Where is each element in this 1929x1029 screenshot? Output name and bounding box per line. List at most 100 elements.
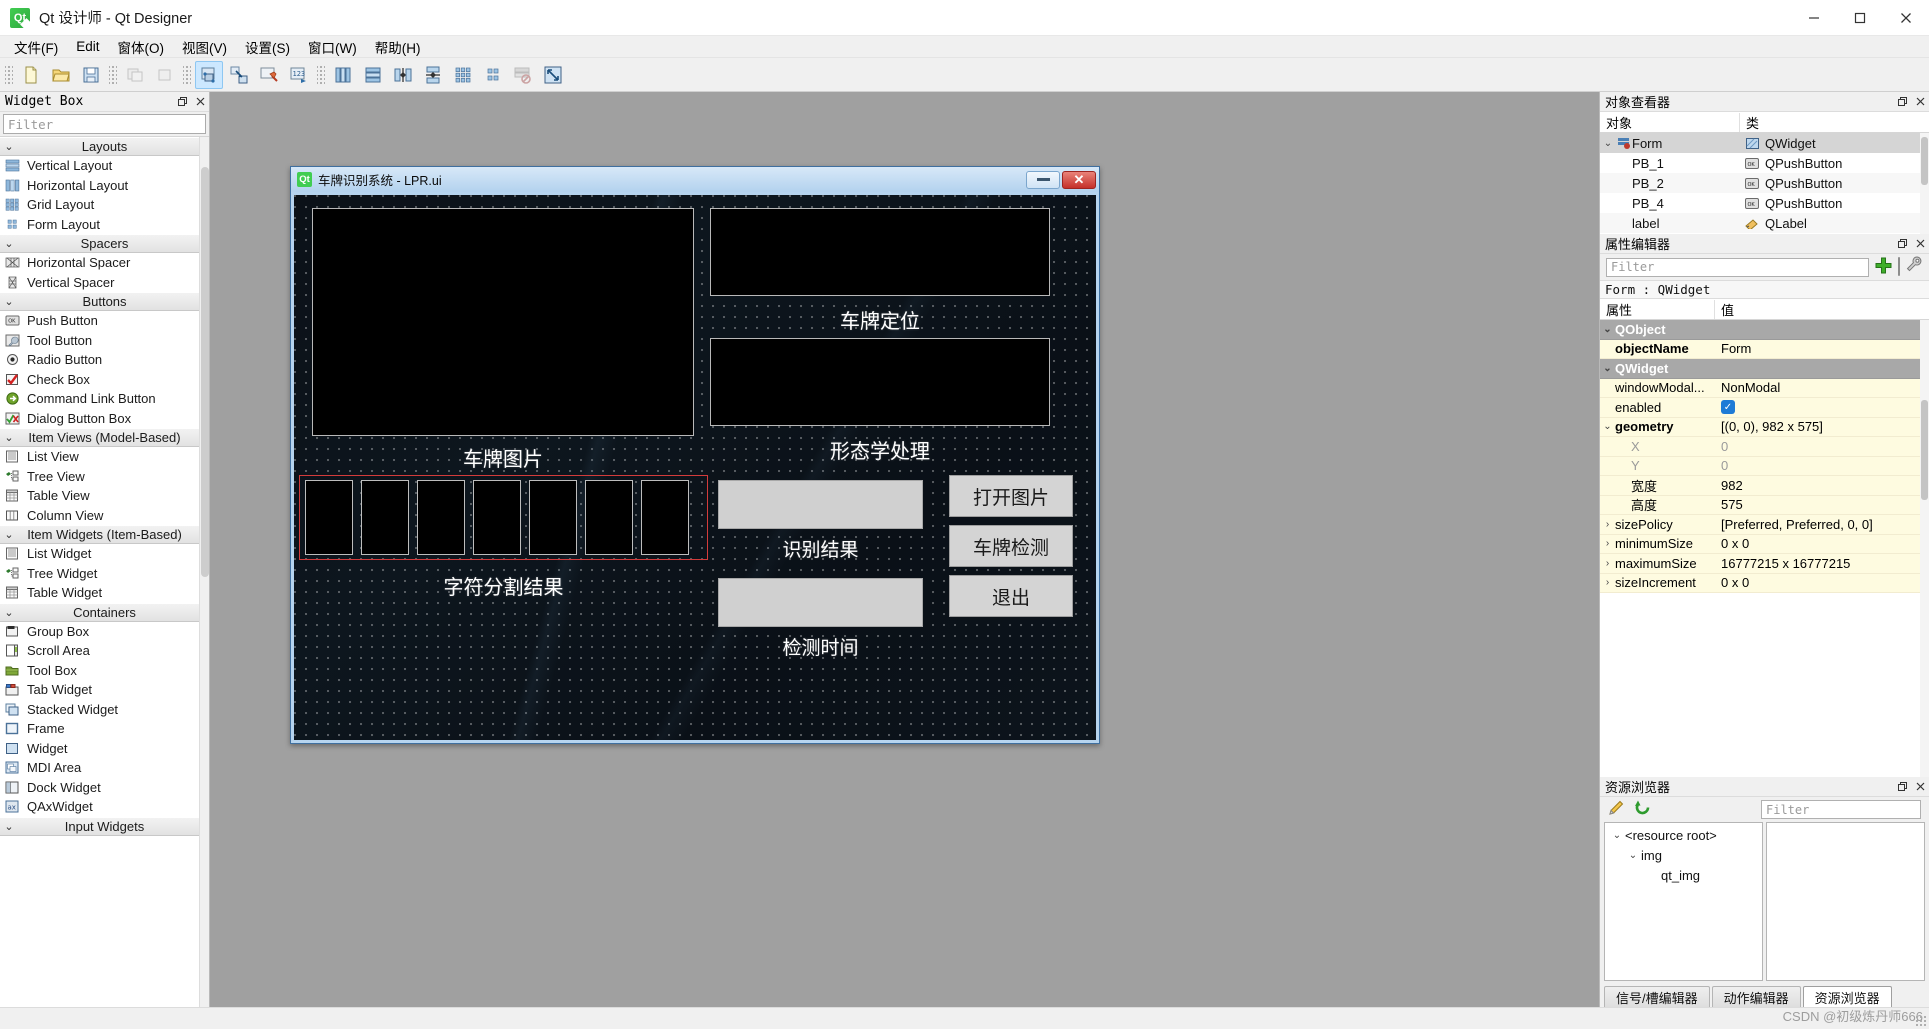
layout-splitter-vertical-button[interactable]	[419, 61, 447, 89]
plate-detect-button[interactable]: 车牌检测	[949, 525, 1073, 567]
property-editor-close-button[interactable]	[1913, 237, 1927, 251]
widget-item-dialog-button-box[interactable]: Dialog Button Box	[0, 408, 209, 428]
widget-item-tool-box[interactable]: Tool Box	[0, 660, 209, 680]
char-segment-cell[interactable]	[641, 480, 689, 555]
widget-item-list-view[interactable]: List View	[0, 447, 209, 467]
property-filter-input[interactable]: Filter	[1606, 257, 1869, 277]
widget-item-tree-view[interactable]: Tree View	[0, 466, 209, 486]
widget-item-command-link-button[interactable]: Command Link Button	[0, 389, 209, 409]
property-row-windowmodality[interactable]: windowModal... NonModal	[1600, 378, 1929, 398]
design-form-window[interactable]: Qt 车牌识别系统 - LPR.ui ✕ 车牌图片 车牌定位 形态学处理 字符分…	[290, 166, 1100, 744]
configure-property-button[interactable]	[1906, 256, 1923, 278]
widget-group-buttons[interactable]: ⌄ Buttons	[0, 292, 209, 311]
property-row-sizepolicy[interactable]: › sizePolicy [Preferred, Preferred, 0, 0]	[1600, 515, 1929, 535]
widget-item-dock-widget[interactable]: Dock Widget	[0, 777, 209, 797]
widget-item-horizontal-layout[interactable]: Horizontal Layout	[0, 175, 209, 195]
widget-item-push-button[interactable]: OK Push Button	[0, 311, 209, 331]
widget-item-check-box[interactable]: Check Box	[0, 369, 209, 389]
char-segment-cell[interactable]	[305, 480, 353, 555]
toolbar-grip-3[interactable]	[183, 63, 191, 86]
chevron-right-icon[interactable]: ›	[1600, 577, 1615, 588]
detection-time-box[interactable]	[718, 578, 923, 627]
object-inspector-scroll-thumb[interactable]	[1921, 137, 1928, 185]
property-value-cell[interactable]: 982	[1715, 478, 1929, 493]
chevron-down-icon[interactable]: ⌄	[1600, 324, 1615, 335]
chevron-down-icon[interactable]: ⌄	[1600, 421, 1615, 432]
menu-help[interactable]: 帮助(H)	[366, 35, 430, 59]
property-editor-float-button[interactable]	[1895, 237, 1909, 251]
form-canvas[interactable]: 车牌图片 车牌定位 形态学处理 字符分割结果 识别结果 检测时间 打开图片 车牌…	[294, 195, 1096, 740]
widget-item-stacked-widget[interactable]: Stacked Widget	[0, 699, 209, 719]
object-inspector-float-button[interactable]	[1895, 95, 1909, 109]
object-row-label[interactable]: label QLabel	[1600, 213, 1929, 233]
object-inspector-close-button[interactable]	[1913, 95, 1927, 109]
resource-browser-float-button[interactable]	[1895, 780, 1909, 794]
property-group-qwidget[interactable]: ⌄ QWidget	[1600, 359, 1929, 379]
object-row-pb2[interactable]: PB_2 OK QPushButton	[1600, 173, 1929, 193]
chevron-down-icon[interactable]: ⌄	[1609, 830, 1625, 841]
resource-filter-input[interactable]: Filter	[1761, 800, 1921, 819]
property-row-geometry[interactable]: ⌄ geometry [(0, 0), 982 x 575]	[1600, 417, 1929, 437]
chevron-down-icon[interactable]: ⌄	[1600, 363, 1615, 374]
widget-group-item-views[interactable]: ⌄ Item Views (Model-Based)	[0, 428, 209, 447]
widget-box-close-button[interactable]	[193, 95, 207, 109]
char-segment-cell[interactable]	[417, 480, 465, 555]
resource-preview-pane[interactable]	[1766, 822, 1925, 981]
property-editor-table[interactable]: ⌄ QObject objectName Form ⌄ QWidget window…	[1600, 320, 1929, 777]
property-value-cell[interactable]: Form	[1715, 341, 1929, 356]
tab-action-editor[interactable]: 动作编辑器	[1711, 986, 1801, 1007]
redo-button[interactable]	[151, 61, 179, 89]
edit-resources-button[interactable]	[1608, 799, 1625, 821]
object-row-form[interactable]: ⌄ Form QWidget	[1600, 133, 1929, 153]
property-row-geometry-height[interactable]: 高度 575	[1600, 495, 1929, 515]
plate-location-display[interactable]	[710, 208, 1050, 296]
property-row-sizeincrement[interactable]: › sizeIncrement 0 x 0	[1600, 573, 1929, 593]
property-row-minimumsize[interactable]: › minimumSize 0 x 0	[1600, 534, 1929, 554]
resource-tree-item-img[interactable]: ⌄ img	[1605, 845, 1762, 865]
exit-button[interactable]: 退出	[949, 575, 1073, 617]
property-value-cell[interactable]: NonModal	[1715, 380, 1929, 395]
chevron-down-icon[interactable]: ⌄	[1600, 138, 1616, 149]
widget-box-filter[interactable]: Filter	[3, 114, 206, 134]
resource-tree-item-root[interactable]: ⌄ <resource root>	[1605, 825, 1762, 845]
widget-item-table-widget[interactable]: Table Widget	[0, 583, 209, 603]
break-layout-button[interactable]	[509, 61, 537, 89]
menu-settings[interactable]: 设置(S)	[236, 35, 299, 59]
widget-item-mdi-area[interactable]: MDI Area	[0, 758, 209, 778]
property-value-cell[interactable]: [Preferred, Preferred, 0, 0]	[1715, 517, 1929, 532]
property-value-cell[interactable]: 0 x 0	[1715, 575, 1929, 590]
widget-group-layouts[interactable]: ⌄ Layouts	[0, 137, 209, 156]
widget-box-float-button[interactable]	[175, 95, 189, 109]
resize-grip[interactable]	[1915, 1015, 1927, 1027]
property-group-qobject[interactable]: ⌄ QObject	[1600, 320, 1929, 340]
widget-item-tree-widget[interactable]: Tree Widget	[0, 563, 209, 583]
object-row-pb4[interactable]: PB_4 OK QPushButton	[1600, 193, 1929, 213]
widget-item-group-box[interactable]: Group Box	[0, 621, 209, 641]
widget-item-qaxwidget[interactable]: ax QAxWidget	[0, 797, 209, 817]
property-editor-scrollbar[interactable]	[1920, 320, 1929, 777]
widget-box-scroll-thumb[interactable]	[201, 167, 209, 577]
property-value-cell[interactable]: 0 x 0	[1715, 536, 1929, 551]
save-form-button[interactable]	[77, 61, 105, 89]
char-segment-cell[interactable]	[361, 480, 409, 555]
toolbar-grip[interactable]	[5, 63, 13, 86]
char-segment-cell[interactable]	[473, 480, 521, 555]
new-form-button[interactable]	[17, 61, 45, 89]
object-row-pb1[interactable]: PB_1 OK QPushButton	[1600, 153, 1929, 173]
layout-splitter-horizontal-button[interactable]	[389, 61, 417, 89]
open-image-button[interactable]: 打开图片	[949, 475, 1073, 517]
layout-vertically-button[interactable]	[359, 61, 387, 89]
menu-window[interactable]: 窗口(W)	[299, 35, 366, 59]
char-segmentation-container[interactable]	[299, 475, 708, 560]
undo-button[interactable]	[121, 61, 149, 89]
adjust-size-button[interactable]	[539, 61, 567, 89]
property-value-cell[interactable]: [(0, 0), 982 x 575]	[1715, 419, 1929, 434]
widget-item-frame[interactable]: Frame	[0, 719, 209, 739]
open-form-button[interactable]	[47, 61, 75, 89]
chevron-right-icon[interactable]: ›	[1600, 519, 1615, 530]
widget-item-grid-layout[interactable]: Grid Layout	[0, 195, 209, 215]
property-row-enabled[interactable]: enabled ✓	[1600, 398, 1929, 418]
minimize-button[interactable]	[1791, 0, 1837, 36]
widget-item-vertical-layout[interactable]: Vertical Layout	[0, 156, 209, 176]
widget-group-input-widgets[interactable]: ⌄ Input Widgets	[0, 816, 209, 836]
